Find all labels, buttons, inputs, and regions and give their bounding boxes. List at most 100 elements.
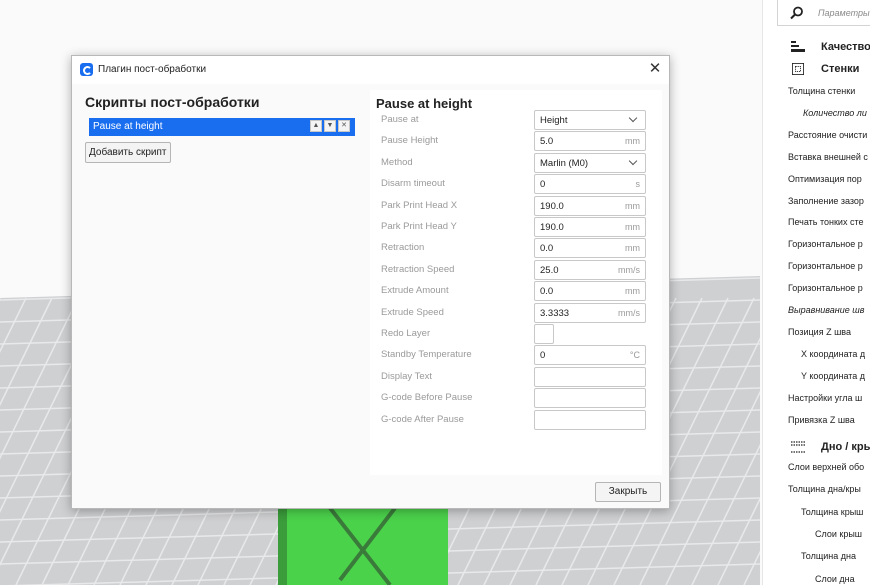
- setting-label: G-code After Pause: [381, 413, 464, 425]
- setting-input[interactable]: [534, 388, 646, 409]
- setting-list-item[interactable]: Вставка внешней с: [788, 152, 868, 162]
- setting-label: Display Text: [381, 370, 433, 382]
- setting-unit: °C: [629, 350, 640, 361]
- setting-list-item[interactable]: Оптимизация пор: [788, 174, 862, 184]
- setting-list-item[interactable]: Горизонтальное р: [788, 261, 863, 271]
- search-placeholder: Параметры: [818, 8, 870, 18]
- setting-row: Display Text: [370, 366, 662, 387]
- setting-select[interactable]: Marlin (M0): [534, 152, 646, 173]
- setting-list-item[interactable]: Слои верхней обо: [788, 462, 864, 472]
- setting-list-item[interactable]: Горизонтальное р: [788, 239, 863, 249]
- setting-label: Redo Layer: [381, 328, 431, 339]
- setting-value: 3.3333: [540, 307, 570, 319]
- setting-input[interactable]: 0.0 mm: [534, 281, 646, 302]
- settings-search-box[interactable]: Параметры: [777, 0, 870, 26]
- walls-icon: [792, 63, 804, 75]
- remove-script-icon[interactable]: ✕: [338, 120, 350, 132]
- setting-input[interactable]: [534, 366, 646, 387]
- setting-list-item[interactable]: Горизонтальное р: [788, 283, 863, 293]
- setting-list-item[interactable]: Позиция Z шва: [788, 327, 851, 337]
- setting-row: Retraction Speed 25.0 mm/s: [370, 259, 662, 280]
- setting-input[interactable]: 0.0 mm: [534, 238, 646, 259]
- setting-list-item[interactable]: Количество ли: [803, 108, 867, 118]
- setting-list-item[interactable]: Слои дна: [815, 574, 855, 584]
- setting-label: Park Print Head Y: [381, 221, 457, 232]
- setting-unit: mm: [625, 222, 640, 232]
- setting-list-item[interactable]: Y координата д: [801, 371, 865, 381]
- close-icon[interactable]: ✕: [647, 61, 663, 77]
- section-walls[interactable]: Стенки: [763, 60, 870, 78]
- setting-label: Retraction Speed: [381, 263, 455, 275]
- section-quality[interactable]: Качество: [763, 38, 870, 56]
- setting-checkbox[interactable]: [534, 324, 554, 344]
- setting-value: 25.0: [540, 264, 559, 276]
- script-item-label: Pause at height: [93, 121, 163, 132]
- setting-value: 0.0: [540, 286, 554, 298]
- add-script-button[interactable]: Добавить скрипт: [85, 142, 171, 163]
- setting-row: Redo Layer: [370, 324, 662, 344]
- chevron-down-icon: [628, 113, 638, 123]
- setting-list-item[interactable]: Заполнение зазор: [788, 196, 864, 206]
- setting-list-item[interactable]: Толщина крыш: [801, 507, 863, 517]
- setting-value: 0: [540, 179, 546, 191]
- setting-label: G-code Before Pause: [381, 392, 473, 404]
- setting-select[interactable]: Height: [534, 110, 646, 130]
- setting-row: G-code After Pause: [370, 409, 662, 430]
- setting-value: Marlin (M0): [540, 157, 589, 169]
- script-list-item[interactable]: Pause at height ▲ ▼ ✕: [89, 118, 355, 136]
- setting-label: Disarm timeout: [381, 178, 445, 190]
- section-top-bottom[interactable]: Дно / кры: [763, 438, 870, 456]
- setting-label: Pause at: [381, 114, 419, 125]
- script-settings-heading: Pause at height: [376, 96, 473, 111]
- setting-list-item[interactable]: Толщина стенки: [788, 86, 855, 96]
- setting-row: G-code Before Pause: [370, 388, 662, 409]
- setting-unit: mm/s: [618, 307, 640, 318]
- setting-label: Extrude Speed: [381, 306, 444, 318]
- setting-list-item[interactable]: Выравнивание шв: [788, 305, 864, 315]
- setting-input[interactable]: 190.0 mm: [534, 195, 646, 216]
- script-settings-panel: Pause at height Pause at Height Pause Heig…: [370, 90, 662, 475]
- setting-label: Standby Temperature: [381, 349, 472, 361]
- setting-input[interactable]: 190.0 mm: [534, 217, 646, 237]
- setting-list-item[interactable]: Привязка Z шва: [788, 415, 855, 425]
- setting-value: Height: [540, 115, 568, 126]
- setting-input[interactable]: 3.3333 mm/s: [534, 302, 646, 323]
- setting-list-item[interactable]: Толщина дна: [801, 551, 856, 561]
- setting-value: 5.0: [540, 136, 554, 148]
- setting-list-item[interactable]: Настройки угла ш: [788, 393, 862, 403]
- setting-label: Pause Height: [381, 135, 439, 147]
- chevron-down-icon: [628, 156, 638, 166]
- setting-input[interactable]: 0 °C: [534, 345, 646, 366]
- setting-row: Extrude Speed 3.3333 mm/s: [370, 302, 662, 323]
- setting-input[interactable]: 5.0 mm: [534, 131, 646, 152]
- setting-input[interactable]: 0s: [534, 174, 646, 195]
- setting-list-item[interactable]: Печать тонких сте: [788, 217, 863, 227]
- move-down-icon[interactable]: ▼: [324, 120, 336, 132]
- setting-value: 0: [540, 350, 546, 362]
- setting-row: Disarm timeout 0 s: [370, 174, 662, 195]
- close-button[interactable]: Закрыть: [595, 482, 661, 502]
- cura-app-icon: [80, 63, 93, 76]
- setting-label: Retraction: [381, 242, 425, 254]
- setting-value: 190.0: [540, 222, 564, 233]
- setting-row: Park Print Head Y 190.0 mm: [370, 217, 662, 237]
- setting-row: Pause Height 5.0 mm: [370, 131, 662, 152]
- setting-input[interactable]: 25.0 mm/s: [534, 259, 646, 280]
- setting-input[interactable]: [534, 409, 646, 430]
- print-settings-panel: Параметры Качество Стенки Толщина стенки…: [762, 0, 870, 585]
- dialog-titlebar[interactable]: Плагин пост-обработки ✕: [72, 56, 669, 84]
- setting-row: Standby Temperature 0 °C: [370, 345, 662, 366]
- setting-list-item[interactable]: Расстояние очисти: [788, 130, 867, 140]
- search-icon: [790, 6, 803, 20]
- move-up-icon[interactable]: ▲: [310, 120, 322, 132]
- setting-label: Park Print Head X: [381, 199, 458, 211]
- setting-value: 0.0: [540, 243, 554, 255]
- setting-list-item[interactable]: Слои крыш: [815, 529, 862, 539]
- setting-unit: mm: [625, 200, 640, 211]
- dialog-content: Скрипты пост-обработки Pause at height ▲…: [72, 84, 669, 508]
- scripts-heading: Скрипты пост-обработки: [85, 94, 260, 110]
- setting-unit: s: [635, 179, 641, 190]
- setting-list-item[interactable]: Толщина дна/кры: [788, 484, 861, 494]
- quality-icon: [791, 41, 805, 52]
- setting-list-item[interactable]: X координата д: [801, 349, 865, 359]
